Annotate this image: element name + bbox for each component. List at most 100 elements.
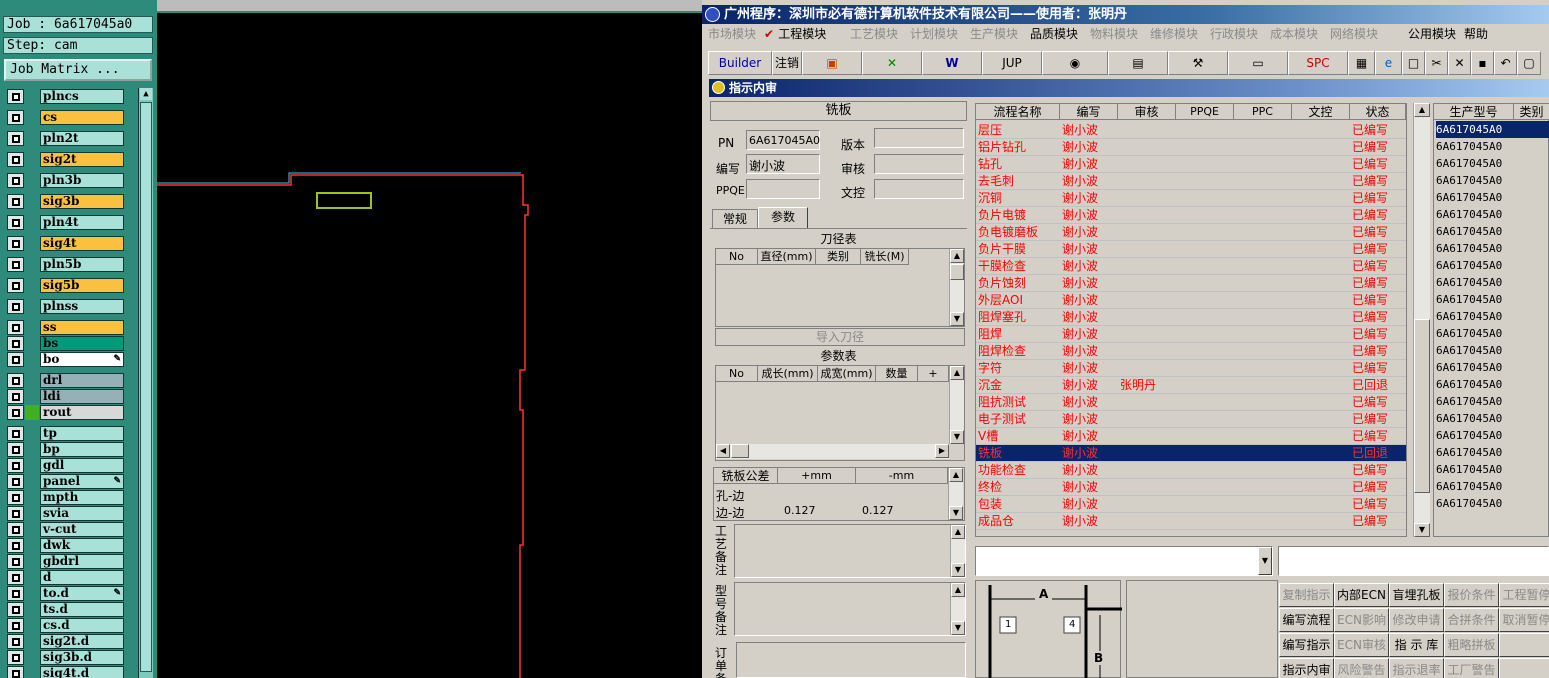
action-button[interactable]: 指示退率 [1389,658,1444,678]
layer-name[interactable]: drl [40,373,124,388]
layer-checkbox[interactable] [7,506,24,521]
scroll-up-icon[interactable]: ▲ [1414,103,1430,117]
table-row[interactable]: 阻焊塞孔 谢小波 已编写 [976,309,1406,326]
table-row[interactable]: 终检 谢小波 已编写 [976,479,1406,496]
computer-icon[interactable]: ▭ [1228,51,1288,75]
action-button[interactable]: 合拼条件 [1444,608,1499,632]
list-item[interactable]: 6A617045A0 [1436,240,1514,257]
scroll-down-icon[interactable]: ▼ [1414,523,1430,537]
layer-checkbox[interactable] [7,426,24,441]
table-row[interactable]: 沉金 谢小波 张明丹 已回退 [976,377,1406,394]
doc-control-field[interactable] [874,179,964,199]
col-ppc[interactable]: PPC [1234,104,1292,120]
layer-checkbox[interactable] [7,89,24,104]
action-button[interactable]: 取消暂停 [1499,608,1549,632]
layer-row[interactable]: d [7,570,124,585]
list-item[interactable]: 6A617045A0 [1436,274,1514,291]
scroll-down-icon[interactable]: ▼ [949,506,963,520]
layer-checkbox[interactable] [7,666,24,678]
action-button[interactable]: 编写指示 [1279,633,1334,657]
list-item[interactable]: 6A617045A0 [1436,410,1514,427]
menu-item[interactable]: 维修模块 [1150,25,1198,43]
layer-row[interactable]: rout [7,405,124,420]
scroll-down-icon[interactable]: ▼ [951,563,965,577]
table-row[interactable]: 铝片钻孔 谢小波 已编写 [976,139,1406,156]
model-remark-field[interactable]: ▲ ▼ [734,582,966,636]
col-status[interactable]: 状态 [1350,104,1406,120]
graphic-canvas[interactable] [157,15,702,678]
layer-checkbox[interactable] [7,405,24,420]
layer-checkbox[interactable] [7,389,24,404]
selected-category-cell[interactable] [1514,121,1549,138]
layer-row[interactable]: pln5b [7,257,124,272]
scroll-down-icon[interactable]: ▼ [950,430,964,444]
list-item[interactable]: 6A617045A0 [1436,444,1514,461]
layer-row[interactable]: pln4t [7,215,124,230]
table-row[interactable]: 阻抗测试 谢小波 已编写 [976,394,1406,411]
table-row[interactable]: 沉铜 谢小波 已编写 [976,190,1406,207]
table-row[interactable]: 负电镀磨板 谢小波 已编写 [976,224,1406,241]
action-button[interactable]: 风险警告 [1334,658,1389,678]
tolerance-plus-value[interactable]: 0.127 [784,504,816,517]
table-row[interactable]: 功能检查 谢小波 已编写 [976,462,1406,479]
tool-table-scrollbar[interactable]: ▲ ▼ [949,249,964,326]
layer-row[interactable]: to.d ✎ [7,586,124,601]
layer-row[interactable]: dwk [7,538,124,553]
layer-checkbox[interactable] [7,618,24,633]
list-item[interactable]: 6A617045A0 [1436,172,1514,189]
layer-checkbox[interactable] [7,522,24,537]
preview-icon[interactable]: ▢ [1517,51,1541,75]
scroll-up-icon[interactable]: ▲ [949,468,963,482]
table-row[interactable]: 外层AOI 谢小波 已编写 [976,292,1406,309]
param-header-no[interactable]: No [716,366,758,382]
layer-name[interactable]: ldi [40,389,124,404]
list-item[interactable]: 6A617045A0 [1436,189,1514,206]
new-icon[interactable]: □ [1402,51,1425,75]
action-button[interactable]: 内部ECN [1334,583,1389,607]
layer-name[interactable]: bo ✎ [40,352,124,367]
layer-row[interactable]: panel ✎ [7,474,124,489]
list-item[interactable]: 6A617045A0 [1436,461,1514,478]
scroll-thumb[interactable] [140,102,152,672]
ppt-icon[interactable]: ▣ [802,51,862,75]
scroll-up-icon[interactable]: ▲ [951,525,965,539]
layer-name[interactable]: sig3b.d [40,650,124,665]
tolerance-scrollbar[interactable]: ▲ ▼ [948,468,963,520]
tool-header-type[interactable]: 类别 [816,249,861,265]
action-button[interactable] [1499,658,1549,678]
reviewer-field[interactable] [874,154,964,174]
pn-field[interactable]: 6A617045A0 [746,130,820,150]
word-icon[interactable]: W [922,51,982,75]
layer-name[interactable]: sig4t.d [40,666,124,678]
menu-item[interactable]: 品质模块 [1030,25,1078,43]
layer-checkbox[interactable] [7,490,24,505]
scroll-down-icon[interactable]: ▼ [950,312,964,326]
table-row[interactable]: 阻焊检查 谢小波 已编写 [976,343,1406,360]
layer-name[interactable]: bs [40,336,124,351]
action-button[interactable]: 修改申请 [1389,608,1444,632]
layer-row[interactable]: sig3b.d [7,650,124,665]
param-header-width[interactable]: 成宽(mm) [818,366,876,382]
layer-checkbox[interactable] [7,474,24,489]
layer-row[interactable]: cs [7,110,124,125]
scroll-up-icon[interactable]: ▲ [950,249,964,263]
action-button[interactable] [1499,633,1549,657]
layer-row[interactable]: bs [7,336,124,351]
layer-name[interactable]: mpth [40,490,124,505]
layer-row[interactable]: sig2t.d [7,634,124,649]
list-item[interactable]: 6A617045A0 [1436,308,1514,325]
layer-name[interactable]: panel ✎ [40,474,124,489]
eye-icon[interactable]: ◉ [1042,51,1108,75]
process-remark-field[interactable]: ▲ ▼ [734,524,966,578]
scroll-up-icon[interactable]: ▲ [950,366,964,380]
layer-name[interactable]: sig2t [40,152,124,167]
layer-row[interactable]: gbdrl [7,554,124,569]
layer-row[interactable]: svia [7,506,124,521]
scroll-up-icon[interactable]: ▲ [951,583,965,597]
table-row[interactable]: 去毛刺 谢小波 已编写 [976,173,1406,190]
menu-item[interactable]: ✔ 工程模块 [764,25,826,43]
layer-name[interactable]: pln4t [40,215,124,230]
spc-button[interactable]: SPC [1288,51,1348,75]
list-item[interactable]: 6A617045A0 [1436,121,1514,138]
layer-checkbox[interactable] [7,336,24,351]
